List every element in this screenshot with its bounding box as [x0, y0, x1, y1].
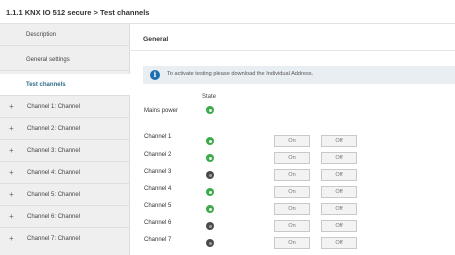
sidebar-item-channel-7[interactable]: + Channel 7: Channel — [0, 228, 130, 250]
channel-state-icon — [206, 222, 214, 230]
main-panel: General i To activate testing please dow… — [131, 24, 455, 255]
channel-state-icon — [206, 171, 214, 179]
sidebar-item-channel-2[interactable]: + Channel 2: Channel — [0, 118, 130, 140]
expand-icon[interactable]: + — [9, 124, 14, 133]
sidebar-item-label: Channel 7: Channel — [27, 236, 81, 242]
sidebar-item-general-settings[interactable]: General settings — [0, 49, 130, 71]
channel-label: Channel 2 — [144, 152, 172, 158]
channel-on-button[interactable]: On — [274, 186, 310, 198]
expand-icon[interactable]: + — [9, 234, 14, 243]
channel-off-button[interactable]: Off — [321, 169, 357, 181]
breadcrumb: 1.1.1 KNX IO 512 secure > Test channels — [0, 0, 455, 24]
channel-label: Channel 5 — [144, 203, 172, 209]
sidebar-item-label: Description — [26, 32, 57, 38]
divider — [131, 50, 455, 51]
sidebar-item-label: Test channels — [26, 82, 66, 88]
expand-icon[interactable]: + — [9, 190, 14, 199]
channel-state-icon — [206, 205, 214, 213]
expand-icon[interactable]: + — [9, 146, 14, 155]
channel-label: Channel 6 — [144, 220, 172, 226]
sidebar-item-label: Channel 5: Channel — [27, 192, 81, 198]
channel-off-button[interactable]: Off — [321, 220, 357, 232]
sidebar: Description General settings Test channe… — [0, 24, 130, 255]
channel-on-button[interactable]: On — [274, 220, 310, 232]
channel-off-button[interactable]: Off — [321, 186, 357, 198]
state-column-header: State — [202, 94, 217, 100]
channel-label: Channel 7 — [144, 237, 172, 243]
expand-icon[interactable]: + — [9, 212, 14, 221]
channel-off-button[interactable]: Off — [321, 203, 357, 215]
sidebar-item-channel-5[interactable]: + Channel 5: Channel — [0, 184, 130, 206]
channel-state-icon — [206, 239, 214, 247]
channel-state-icon — [206, 154, 214, 162]
channel-off-button[interactable]: Off — [321, 237, 357, 249]
channel-state-icon — [206, 188, 214, 196]
channel-on-button[interactable]: On — [274, 152, 310, 164]
sidebar-item-label: Channel 1: Channel — [27, 104, 81, 110]
channel-on-button[interactable]: On — [274, 203, 310, 215]
info-icon: i — [150, 70, 160, 80]
channel-label: Channel 1 — [144, 134, 172, 140]
channel-state-icon — [206, 137, 214, 145]
expand-icon[interactable]: + — [9, 168, 14, 177]
sidebar-item-label: Channel 4: Channel — [27, 170, 81, 176]
sidebar-item-label: Channel 6: Channel — [27, 214, 81, 220]
mains-power-state-icon — [206, 106, 214, 114]
sidebar-item-channel-6[interactable]: + Channel 6: Channel — [0, 206, 130, 228]
sidebar-item-channel-4[interactable]: + Channel 4: Channel — [0, 162, 130, 184]
expand-icon[interactable]: + — [9, 102, 14, 111]
channel-label: Channel 4 — [144, 186, 172, 192]
channel-off-button[interactable]: Off — [321, 152, 357, 164]
channel-on-button[interactable]: On — [274, 135, 310, 147]
sidebar-item-test-channels[interactable]: Test channels — [0, 74, 130, 96]
channel-label: Channel 3 — [144, 169, 172, 175]
mains-power-label: Mains power — [144, 108, 179, 114]
info-banner: i To activate testing please download th… — [143, 66, 455, 84]
sidebar-item-label: General settings — [26, 57, 70, 63]
sidebar-item-label: Channel 2: Channel — [27, 126, 81, 132]
sidebar-item-label: Channel 3: Channel — [27, 148, 81, 154]
channel-on-button[interactable]: On — [274, 169, 310, 181]
sidebar-item-channel-3[interactable]: + Channel 3: Channel — [0, 140, 130, 162]
section-title: General — [143, 36, 169, 43]
info-text: To activate testing please download the … — [167, 71, 314, 77]
sidebar-item-description[interactable]: Description — [0, 24, 130, 46]
sidebar-item-channel-1[interactable]: + Channel 1: Channel — [0, 96, 130, 118]
channel-off-button[interactable]: Off — [321, 135, 357, 147]
channel-on-button[interactable]: On — [274, 237, 310, 249]
